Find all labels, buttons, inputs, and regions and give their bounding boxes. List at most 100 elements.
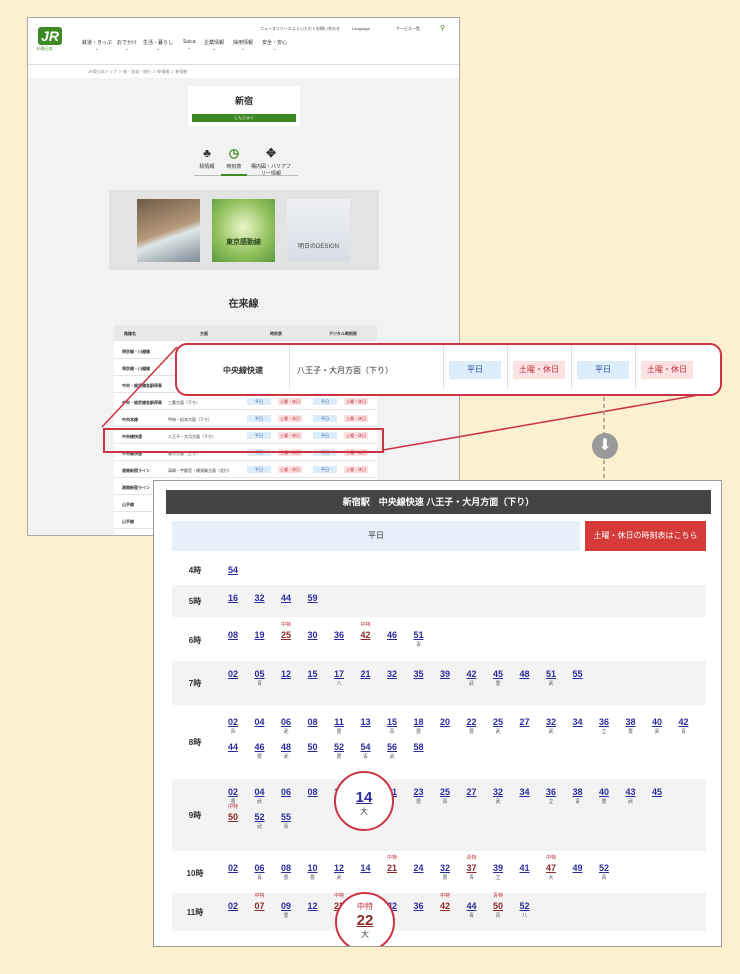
minute-value[interactable]: 52 xyxy=(326,742,352,752)
departure-minute[interactable]: 39 xyxy=(432,669,458,679)
minute-value[interactable]: 10 xyxy=(300,863,326,873)
departure-minute[interactable]: 50 xyxy=(300,742,326,752)
departure-minute[interactable]: 20 xyxy=(432,717,458,727)
departure-minute[interactable]: 11 豊 xyxy=(326,717,352,735)
minute-value[interactable]: 44 xyxy=(220,742,246,752)
departure-minute[interactable]: 04 xyxy=(247,717,273,727)
minute-value[interactable]: 04 xyxy=(247,787,273,797)
departure-minute[interactable]: 24 xyxy=(406,863,432,873)
minute-value[interactable]: 59 xyxy=(300,593,326,603)
departure-minute[interactable]: 52 八 xyxy=(512,901,538,919)
minute-value[interactable]: 36 xyxy=(591,717,617,727)
minute-value[interactable]: 54 xyxy=(353,742,379,752)
minute-value[interactable]: 12 xyxy=(326,863,352,873)
minute-value[interactable]: 35 xyxy=(406,669,432,679)
minute-value[interactable]: 49 xyxy=(565,863,591,873)
departure-minute[interactable]: 08 xyxy=(300,717,326,727)
departure-minute[interactable]: 25 武 xyxy=(485,717,511,735)
minute-value[interactable]: 43 xyxy=(618,787,644,797)
minute-value[interactable]: 40 xyxy=(591,787,617,797)
departure-minute[interactable]: 08 豊 xyxy=(273,863,299,881)
departure-minute[interactable]: 48 xyxy=(512,669,538,679)
departure-minute[interactable]: 中特 21 xyxy=(379,855,405,873)
departure-minute[interactable]: 56 武 xyxy=(379,742,405,760)
departure-minute[interactable]: 41 xyxy=(512,863,538,873)
departure-minute[interactable]: 45 xyxy=(644,787,670,797)
minute-value[interactable]: 52 xyxy=(247,812,273,822)
departure-minute[interactable]: 17 八 xyxy=(326,669,352,687)
departure-minute[interactable]: 46 豊 xyxy=(247,742,273,760)
minute-value[interactable]: 20 xyxy=(432,717,458,727)
departure-minute[interactable]: 42 武 xyxy=(459,669,485,687)
minute-value[interactable]: 21 xyxy=(379,863,405,873)
departure-minute[interactable]: 06 青 xyxy=(247,863,273,881)
departure-minute[interactable]: 59 xyxy=(300,593,326,603)
minute-value[interactable]: 30 xyxy=(300,630,326,640)
minute-value[interactable]: 06 xyxy=(273,787,299,797)
minute-value[interactable]: 02 xyxy=(220,669,246,679)
departure-minute[interactable]: 14 xyxy=(353,863,379,873)
zoom-digital-holiday-button[interactable]: 土曜・休日 xyxy=(641,361,693,379)
departure-minute[interactable]: 中特 25 xyxy=(273,622,299,640)
departure-minute[interactable]: 52 青 xyxy=(591,863,617,881)
minute-value[interactable]: 12 xyxy=(273,669,299,679)
minute-value[interactable]: 39 xyxy=(485,863,511,873)
departure-minute[interactable]: 44 xyxy=(273,593,299,603)
minute-value[interactable]: 36 xyxy=(326,630,352,640)
departure-minute[interactable]: 06 武 xyxy=(273,717,299,735)
minute-value[interactable]: 13 xyxy=(353,717,379,727)
minute-value[interactable]: 39 xyxy=(432,669,458,679)
minute-value[interactable]: 19 xyxy=(247,630,273,640)
minute-value[interactable]: 51 xyxy=(406,630,432,640)
departure-minute[interactable]: 51 青 xyxy=(406,630,432,648)
minute-value[interactable]: 32 xyxy=(247,593,273,603)
zoom-weekday-button[interactable]: 平日 xyxy=(449,361,501,379)
departure-minute[interactable]: 10 豊 xyxy=(300,863,326,881)
minute-value[interactable]: 42 xyxy=(353,630,379,640)
departure-minute[interactable]: 13 xyxy=(353,717,379,727)
minute-value[interactable]: 18 xyxy=(406,717,432,727)
departure-minute[interactable]: 08 xyxy=(220,630,246,640)
minute-value[interactable]: 45 xyxy=(485,669,511,679)
departure-minute[interactable]: 青特 37 青 xyxy=(459,855,485,881)
departure-minute[interactable]: 40 豊 xyxy=(591,787,617,805)
minute-value[interactable]: 15 xyxy=(300,669,326,679)
departure-minute[interactable]: 32 豊 xyxy=(432,863,458,881)
departure-minute[interactable]: 中特 50 xyxy=(220,804,246,822)
minute-value[interactable]: 34 xyxy=(565,717,591,727)
minute-value[interactable]: 04 xyxy=(247,717,273,727)
minute-value[interactable]: 25 xyxy=(432,787,458,797)
departure-minute[interactable]: 18 豊 xyxy=(406,717,432,735)
zoom-digital-weekday-button[interactable]: 平日 xyxy=(577,361,629,379)
minute-value[interactable]: 11 xyxy=(326,717,352,727)
minute-value[interactable]: 14 xyxy=(336,789,392,806)
minute-value[interactable]: 55 xyxy=(273,812,299,822)
minute-value[interactable]: 37 xyxy=(459,863,485,873)
departure-minute[interactable]: 42 青 xyxy=(671,717,697,735)
departure-minute[interactable]: 49 xyxy=(565,863,591,873)
minute-value[interactable]: 32 xyxy=(538,717,564,727)
departure-minute[interactable]: 43 武 xyxy=(618,787,644,805)
departure-minute[interactable]: 55 xyxy=(565,669,591,679)
minute-value[interactable]: 23 xyxy=(406,787,432,797)
departure-minute[interactable]: 02 xyxy=(220,669,246,679)
departure-minute[interactable]: 52 豊 xyxy=(326,742,352,760)
departure-minute[interactable]: 36 xyxy=(326,630,352,640)
minute-value[interactable]: 38 xyxy=(618,717,644,727)
minute-value[interactable]: 08 xyxy=(273,863,299,873)
departure-minute[interactable]: 52 武 xyxy=(247,812,273,830)
minute-value[interactable]: 17 xyxy=(326,669,352,679)
minute-value[interactable]: 08 xyxy=(220,630,246,640)
departure-minute[interactable]: 23 豊 xyxy=(406,787,432,805)
departure-minute[interactable]: 36 立 xyxy=(538,787,564,805)
departure-minute[interactable]: 中特 42 xyxy=(353,622,379,640)
departure-minute[interactable]: 22 豊 xyxy=(459,717,485,735)
departure-minute[interactable]: 02 青 xyxy=(220,717,246,735)
departure-minute[interactable]: 51 武 xyxy=(538,669,564,687)
departure-minute[interactable]: 15 xyxy=(300,669,326,679)
departure-minute[interactable]: 55 青 xyxy=(273,812,299,830)
departure-minute[interactable]: 44 青 xyxy=(459,901,485,919)
minute-value[interactable]: 50 xyxy=(300,742,326,752)
minute-value[interactable]: 08 xyxy=(300,787,326,797)
minute-value[interactable]: 14 xyxy=(353,863,379,873)
